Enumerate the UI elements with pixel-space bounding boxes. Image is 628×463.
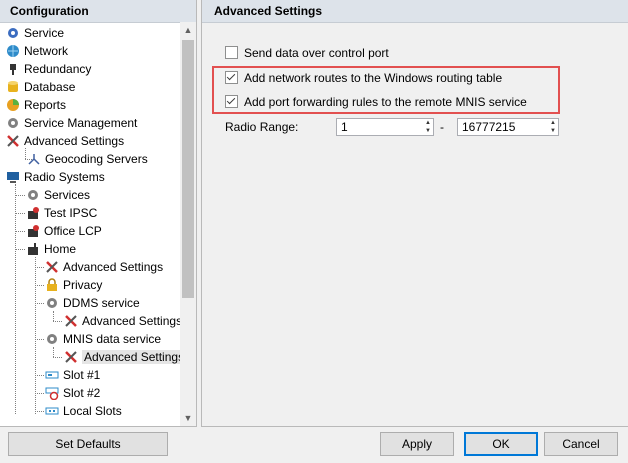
scroll-down-arrow-icon[interactable]: ▼ [180, 410, 196, 426]
gear-icon [6, 26, 20, 40]
tools-icon [6, 134, 20, 148]
slot-disabled-icon [45, 386, 59, 401]
tree-item-office-lcp[interactable]: Office LCP [26, 222, 102, 240]
port-forward-checkbox[interactable]: Add port forwarding rules to the remote … [225, 93, 527, 111]
tree-item-services[interactable]: Services [26, 186, 90, 204]
tree-item-service[interactable]: Service [6, 24, 64, 42]
advanced-settings-panel: Advanced Settings [201, 0, 628, 427]
tree-item-ddms-service[interactable]: DDMS service [45, 294, 140, 312]
slot-icon [45, 368, 59, 382]
radio-range-label: Radio Range: [225, 120, 299, 134]
globe-icon [6, 44, 20, 58]
monitor-icon [6, 170, 20, 184]
spinner-arrows-icon[interactable]: ▲ ▼ [423, 119, 433, 135]
gear-icon [45, 332, 59, 346]
lock-icon [45, 278, 59, 292]
tree-scrollbar[interactable]: ▲ ▼ [180, 22, 196, 426]
tree-item-slot-2[interactable]: Slot #2 [45, 384, 100, 402]
tree-item-ddms-advanced-settings[interactable]: Advanced Settings [64, 312, 180, 330]
tree-item-advanced-settings[interactable]: Advanced Settings [6, 132, 124, 150]
tree-item-service-management[interactable]: Service Management [6, 114, 137, 132]
tree-item-slot-1[interactable]: Slot #1 [45, 366, 100, 384]
tree-item-home[interactable]: Home [26, 240, 76, 258]
radio-icon [26, 242, 40, 256]
tree-item-redundancy[interactable]: Redundancy [6, 60, 91, 78]
network-icon [27, 152, 41, 166]
plug-icon [6, 62, 20, 76]
tools-icon [64, 314, 78, 328]
ok-button[interactable]: OK [464, 432, 538, 456]
send-data-checkbox[interactable]: Send data over control port [225, 44, 389, 62]
tree-item-reports[interactable]: Reports [6, 96, 66, 114]
range-separator: - [440, 120, 444, 134]
configuration-header: Configuration [0, 0, 196, 23]
cancel-button[interactable]: Cancel [544, 432, 618, 456]
scrollbar-thumb[interactable] [182, 40, 194, 298]
checkbox-unchecked[interactable] [225, 46, 238, 59]
report-icon [6, 98, 20, 112]
set-defaults-button[interactable]: Set Defaults [8, 432, 168, 456]
radio-icon [26, 206, 40, 220]
tree-item-mnis-data-service[interactable]: MNIS data service [45, 330, 161, 348]
configuration-tree[interactable]: Service Network Redundancy Database Repo… [0, 22, 180, 426]
tools-icon [45, 260, 59, 274]
database-icon [6, 80, 20, 94]
range-from-spinner[interactable]: 1 ▲ ▼ [336, 118, 434, 136]
gear-icon [26, 188, 40, 202]
range-to-spinner[interactable]: 16777215 ▲ ▼ [457, 118, 559, 136]
tree-item-database[interactable]: Database [6, 78, 75, 96]
advanced-settings-header: Advanced Settings [202, 0, 628, 23]
tree-item-test-ipsc[interactable]: Test IPSC [26, 204, 97, 222]
tree-item-geocoding-servers[interactable]: Geocoding Servers [27, 150, 148, 168]
tree-item-mnis-advanced-settings[interactable]: Advanced Settings [64, 348, 180, 366]
tree-item-local-slots[interactable]: Local Slots [45, 402, 122, 420]
add-routes-checkbox[interactable]: Add network routes to the Windows routin… [225, 69, 502, 87]
spinner-arrows-icon[interactable]: ▲ ▼ [548, 119, 558, 135]
configuration-panel: Configuration Service Network Redundancy [0, 0, 197, 427]
tree-item-home-advanced-settings[interactable]: Advanced Settings [45, 258, 163, 276]
checkbox-checked[interactable] [225, 95, 238, 108]
checkbox-checked[interactable] [225, 71, 238, 84]
tree-item-radio-systems[interactable]: Radio Systems [6, 168, 105, 186]
gear-icon [45, 296, 59, 310]
tools-icon [64, 350, 78, 364]
gear-icon [6, 116, 20, 130]
scroll-up-arrow-icon[interactable]: ▲ [180, 22, 196, 38]
apply-button[interactable]: Apply [380, 432, 454, 456]
tree-item-network[interactable]: Network [6, 42, 68, 60]
radio-icon [26, 224, 40, 238]
tree-item-privacy[interactable]: Privacy [45, 276, 102, 294]
slots-icon [45, 404, 59, 418]
